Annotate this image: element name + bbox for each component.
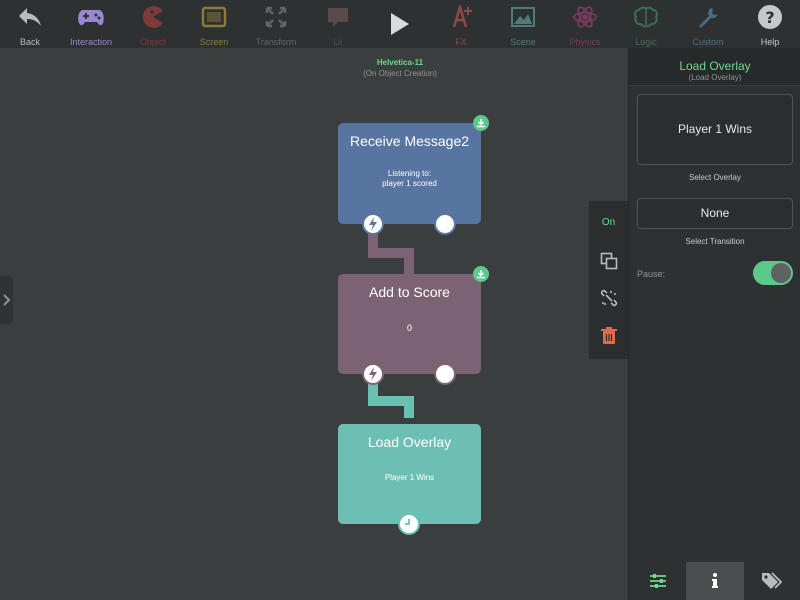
- transform-button[interactable]: Transform: [241, 0, 311, 48]
- trigger-label: (On Object Creation): [363, 69, 437, 78]
- help-icon: ?: [755, 4, 785, 30]
- tab-settings[interactable]: [629, 562, 687, 600]
- pause-label: Pause:: [637, 269, 666, 279]
- output-port-done[interactable]: [434, 363, 456, 385]
- circle-port-icon: [436, 365, 454, 383]
- physics-button[interactable]: Physics: [550, 0, 620, 48]
- node-tool-strip: On: [589, 201, 628, 359]
- on-toggle-button[interactable]: On: [589, 213, 628, 231]
- download-badge[interactable]: [473, 115, 489, 131]
- download-icon: [477, 119, 485, 128]
- node-add-to-score[interactable]: Add to Score 0: [338, 266, 489, 385]
- overlay-caption: Select Overlay: [688, 173, 742, 182]
- tags-icon: [762, 572, 783, 589]
- duplicate-icon: [600, 252, 617, 270]
- ui-button[interactable]: UI: [303, 0, 373, 48]
- atom-icon: [570, 4, 600, 30]
- transform-label: Transform: [255, 37, 297, 47]
- back-label: Back: [19, 37, 40, 47]
- node-title: Load Overlay: [367, 434, 452, 450]
- custom-button[interactable]: Custom: [673, 0, 743, 48]
- panel-subtitle: (Load Overlay): [688, 73, 742, 82]
- node-detail: Player 1 Wins: [384, 473, 435, 482]
- object-name: Helvetica-11: [376, 58, 424, 67]
- scene-button[interactable]: Scene: [488, 0, 558, 48]
- logic-button[interactable]: Logic: [611, 0, 681, 48]
- wrench-icon: [693, 4, 723, 30]
- transition-select-box[interactable]: None: [637, 198, 793, 229]
- fx-icon: [446, 4, 476, 30]
- expand-arrows-icon: [261, 4, 291, 30]
- svg-text:?: ?: [765, 8, 774, 27]
- clock-icon: [400, 515, 418, 533]
- output-port-done[interactable]: [434, 213, 456, 235]
- play-icon: [384, 11, 414, 37]
- pause-toggle[interactable]: [753, 261, 793, 285]
- help-button[interactable]: ? Help: [735, 0, 800, 48]
- screen-label: Screen: [199, 37, 229, 47]
- output-port-lightning[interactable]: [362, 213, 384, 235]
- behavior-canvas[interactable]: Helvetica-11 (On Object Creation) Receiv…: [0, 48, 628, 600]
- panel-title: Load Overlay: [679, 59, 751, 73]
- screen-frame-icon: [199, 4, 229, 30]
- trash-icon: [600, 327, 617, 344]
- lightning-icon: [364, 215, 382, 233]
- download-badge[interactable]: [473, 266, 489, 282]
- brain-icon: [631, 4, 661, 30]
- main-toolbar: Back Interaction Object Screen Transform: [0, 0, 800, 48]
- interaction-label: Interaction: [69, 37, 113, 47]
- expand-left-panel-button[interactable]: [0, 276, 13, 324]
- physics-label: Physics: [569, 37, 601, 47]
- custom-label: Custom: [692, 37, 724, 47]
- node-receive-message[interactable]: Receive Message2 Listening to: player 1 …: [338, 115, 489, 235]
- gamepad-icon: [76, 4, 106, 30]
- unlink-icon: [600, 289, 617, 307]
- node-load-overlay[interactable]: Load Overlay Player 1 Wins: [338, 424, 481, 535]
- download-icon: [477, 270, 485, 279]
- overlay-select-box[interactable]: Player 1 Wins: [637, 94, 793, 165]
- behavior-inspector-panel: Load Overlay (Load Overlay) Player 1 Win…: [628, 48, 800, 600]
- sliders-icon: [649, 574, 666, 588]
- node-title: Add to Score: [369, 284, 450, 300]
- node-detail: player 1 scored: [382, 179, 437, 188]
- output-port-lightning[interactable]: [362, 363, 384, 385]
- unlink-button[interactable]: [589, 287, 628, 309]
- scene-label: Scene: [510, 37, 536, 47]
- pacman-icon: [138, 4, 168, 30]
- picture-icon: [508, 4, 538, 30]
- back-arrow-icon: [15, 4, 45, 30]
- ui-label: UI: [333, 37, 343, 47]
- app-window: Back Interaction Object Screen Transform: [0, 0, 800, 600]
- output-port-delay[interactable]: [398, 513, 420, 535]
- delete-button[interactable]: [589, 325, 628, 347]
- node-detail: 0: [406, 323, 412, 333]
- play-button[interactable]: [364, 0, 434, 48]
- node-title: Receive Message2: [349, 133, 470, 149]
- help-label: Help: [760, 37, 780, 47]
- fx-label: FX: [455, 37, 467, 47]
- tab-info[interactable]: [686, 562, 744, 600]
- node-detail: Listening to:: [387, 169, 432, 178]
- duplicate-button[interactable]: [589, 250, 628, 272]
- panel-tab-bar: [629, 562, 800, 600]
- circle-port-icon: [436, 215, 454, 233]
- panel-header: Load Overlay (Load Overlay): [629, 48, 800, 86]
- info-icon: [711, 573, 718, 588]
- chevron-right-icon: [2, 294, 10, 306]
- object-button[interactable]: Object: [118, 0, 188, 48]
- fx-button[interactable]: FX: [426, 0, 496, 48]
- lightning-icon: [364, 365, 382, 383]
- speech-bubble-icon: [323, 4, 353, 30]
- toggle-knob: [771, 263, 791, 283]
- screen-button[interactable]: Screen: [179, 0, 249, 48]
- interaction-button[interactable]: Interaction: [56, 0, 126, 48]
- object-label: Object: [139, 37, 166, 47]
- tab-tags[interactable]: [743, 562, 800, 600]
- transition-caption: Select Transition: [685, 237, 745, 246]
- logic-label: Logic: [635, 37, 657, 47]
